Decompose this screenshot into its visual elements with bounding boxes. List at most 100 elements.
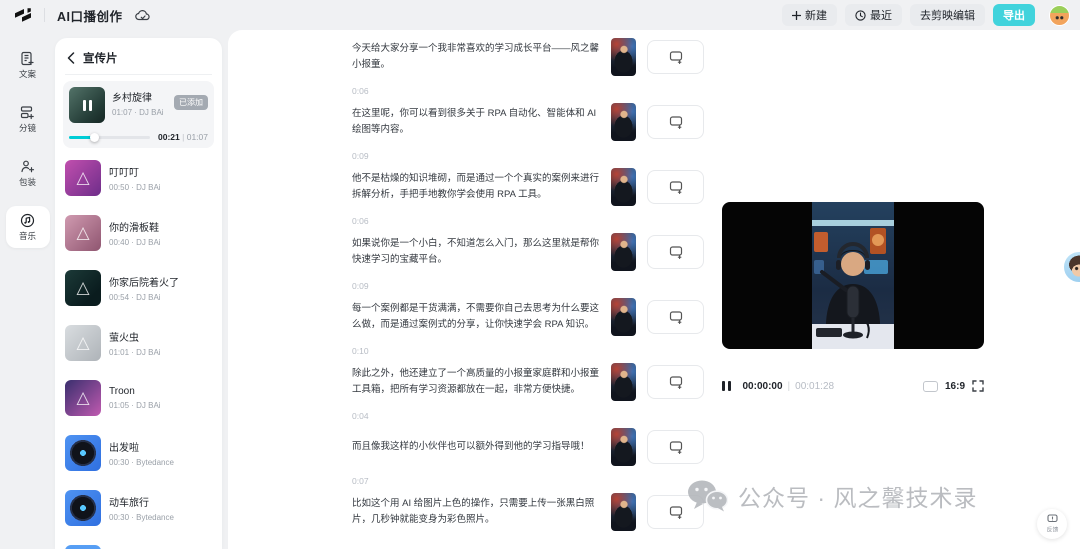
segment-frame-thumbnail[interactable] (611, 38, 636, 76)
new-button[interactable]: 新建 (782, 4, 837, 26)
replace-image-button[interactable] (647, 365, 704, 399)
track-row[interactable]: 幸福花儿 (65, 545, 212, 549)
track-thumbnail[interactable] (65, 215, 101, 251)
music-icon (20, 213, 35, 227)
frame-add-icon (669, 441, 682, 454)
track-thumbnail[interactable] (65, 160, 101, 196)
track-time-readout: 00:21 | 01:07 (158, 132, 208, 142)
active-track-row: 乡村旋律 01:07 · DJ BAi 已添加 (69, 87, 208, 123)
frame-add-icon (669, 181, 682, 194)
frame-add-icon (669, 51, 682, 64)
segment-frame-thumbnail[interactable] (611, 103, 636, 141)
document-icon (21, 51, 34, 65)
segment-text[interactable]: 在这里呢，你可以看到很多关于 RPA 自动化、智能体和 AI 绘图等内容。 (352, 106, 600, 138)
transcript-row: 0:07 比如这个用 AI 给图片上色的操作，只需要上传一张黑白照片，几秒钟就能… (352, 476, 704, 531)
added-badge: 已添加 (174, 95, 208, 110)
segment-text[interactable]: 比如这个用 AI 给图片上色的操作，只需要上传一张黑白照片，几秒钟就能变身为彩色… (352, 496, 600, 528)
transcript-row: 0:10 除此之外，他还建立了一个高质量的小报童家庭群和小报童工具箱，把所有学习… (352, 346, 704, 401)
frame-add-icon (669, 506, 682, 519)
segment-frame-thumbnail[interactable] (611, 298, 636, 336)
segment-frame-thumbnail[interactable] (611, 428, 636, 466)
total-time: 01:07 (186, 132, 208, 142)
user-avatar[interactable] (1049, 4, 1070, 26)
transcript-row: 0:09 他不是枯燥的知识堆砌，而是通过一个个真实的案例来进行拆解分析，手把手地… (352, 151, 704, 206)
track-progress-slider[interactable] (69, 132, 150, 142)
app-window: AI口播创作 新建 最近 去剪映编辑 导出 文案 分镜 包装 音乐 宣传片 乡村… (0, 0, 1080, 549)
active-track-thumbnail[interactable] (69, 87, 105, 123)
page-title: AI口播创作 (57, 9, 123, 24)
segment-text[interactable]: 如果说你是一个小白，不知道怎么入门，那么这里就是帮你快速学习的宝藏平台。 (352, 236, 600, 268)
replace-image-button[interactable] (647, 40, 704, 74)
track-title: Troon (109, 386, 135, 397)
track-title: 动车旅行 (109, 498, 149, 509)
segment-frame-thumbnail[interactable] (611, 233, 636, 271)
nav-item-copywriting[interactable]: 文案 (6, 44, 50, 86)
time-separator: | (182, 132, 185, 142)
go-edit-button[interactable]: 去剪映编辑 (910, 4, 985, 26)
background-fill-toggle-icon[interactable] (922, 380, 938, 392)
track-row[interactable]: 你家后院着火了 00:54 · DJ BAi (65, 270, 212, 306)
export-button-label: 导出 (1003, 10, 1025, 22)
video-preview[interactable] (722, 202, 984, 349)
feedback-button[interactable]: 反馈 (1037, 509, 1067, 539)
fullscreen-icon[interactable] (972, 380, 984, 392)
track-thumbnail[interactable] (65, 490, 101, 526)
replace-image-button[interactable] (647, 170, 704, 204)
segment-frame-thumbnail[interactable] (611, 363, 636, 401)
segment-frame-thumbnail[interactable] (611, 493, 636, 531)
track-meta: 00:54 · DJ BAi (109, 293, 161, 302)
track-row[interactable]: 你的滑板鞋 00:40 · DJ BAi (65, 215, 212, 251)
segment-frame-thumbnail[interactable] (611, 168, 636, 206)
segment-timestamp: 0:07 (352, 476, 369, 486)
track-title: 你家后院着火了 (109, 278, 179, 289)
track-thumbnail[interactable] (65, 270, 101, 306)
transcript-row: 0:04 而且像我这样的小伙伴也可以额外得到他的学习指导哦！ (352, 411, 704, 466)
pause-overlay-icon[interactable] (69, 87, 105, 123)
track-meta: 01:07 · DJ BAi (112, 108, 164, 117)
capcut-logo-icon[interactable] (10, 4, 36, 26)
replace-image-button[interactable] (647, 300, 704, 334)
left-nav-rail: 文案 分镜 包装 音乐 (0, 30, 55, 549)
replace-image-button[interactable] (647, 430, 704, 464)
feedback-label: 反馈 (1046, 527, 1058, 534)
segment-text[interactable]: 他不是枯燥的知识堆砌，而是通过一个个真实的案例来进行拆解分析，手把手地教你学会使… (352, 171, 600, 203)
frame-add-icon (669, 311, 682, 324)
segment-text[interactable]: 除此之外，他还建立了一个高质量的小报童家庭群和小报童工具箱，把所有学习资源都放在… (352, 366, 600, 398)
nav-item-packaging[interactable]: 包装 (6, 152, 50, 194)
track-title: 乡村旋律 (112, 93, 152, 104)
track-thumbnail[interactable] (65, 435, 101, 471)
player-pause-button[interactable] (722, 381, 731, 391)
track-row[interactable]: 叮叮叮 00:50 · DJ BAi (65, 160, 212, 196)
track-title: 你的滑板鞋 (109, 223, 159, 234)
nav-item-music[interactable]: 音乐 (5, 206, 50, 248)
track-thumbnail[interactable] (65, 325, 101, 361)
transcript-row: 0:06 在这里呢，你可以看到很多关于 RPA 自动化、智能体和 AI 绘图等内… (352, 86, 704, 141)
replace-image-button[interactable] (647, 105, 704, 139)
active-track-card[interactable]: 乡村旋律 01:07 · DJ BAi 已添加 00:21 | 01:07 (63, 81, 214, 148)
track-row[interactable]: 动车旅行 00:30 · Bytedance (65, 490, 212, 526)
segment-text[interactable]: 每一个案例都是干货满满，不需要你自己去思考为什么要这么做，而是通过案例式的分享，… (352, 301, 600, 333)
track-row[interactable]: Troon 01:05 · DJ BAi (65, 380, 212, 416)
slider-knob[interactable] (90, 132, 100, 142)
cloud-sync-icon[interactable] (134, 9, 151, 22)
track-thumbnail[interactable] (65, 545, 101, 549)
segment-timestamp: 0:06 (352, 216, 369, 226)
export-button[interactable]: 导出 (993, 4, 1035, 26)
track-progress-row: 00:21 | 01:07 (69, 132, 208, 142)
replace-image-button[interactable] (647, 235, 704, 269)
back-chevron-icon[interactable] (67, 52, 75, 64)
track-row[interactable]: 出发啦 00:30 · Bytedance (65, 435, 212, 471)
nav-label: 文案 (18, 68, 36, 79)
segment-text[interactable]: 而且像我这样的小伙伴也可以额外得到他的学习指导哦！ (352, 439, 600, 455)
replace-image-button[interactable] (647, 495, 704, 529)
track-meta: 01:05 · DJ BAi (109, 401, 161, 410)
track-row[interactable]: 萤火虫 01:01 · DJ BAi (65, 325, 212, 361)
recent-button[interactable]: 最近 (845, 4, 902, 26)
aspect-ratio-label[interactable]: 16:9 (945, 381, 965, 392)
track-thumbnail[interactable] (65, 380, 101, 416)
nav-item-storyboard[interactable]: 分镜 (6, 98, 50, 140)
segment-text[interactable]: 今天给大家分享一个我非常喜欢的学习成长平台——风之馨小报童。 (352, 41, 600, 73)
track-title: 萤火虫 (109, 333, 139, 344)
segment-timestamp: 0:09 (352, 151, 369, 161)
track-title: 叮叮叮 (109, 168, 139, 179)
